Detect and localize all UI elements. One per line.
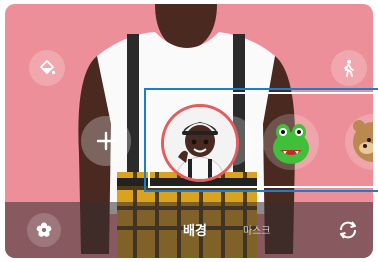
effects-button[interactable] bbox=[27, 213, 61, 247]
add-sticker-left-button[interactable] bbox=[81, 116, 131, 166]
bottom-toolbar: 배경 마스크 bbox=[5, 202, 373, 258]
switch-camera-button[interactable] bbox=[331, 213, 365, 247]
person-walking-icon bbox=[344, 59, 354, 77]
sticker-carousel-highlight bbox=[144, 88, 378, 192]
mode-tab-background[interactable]: 배경 bbox=[183, 220, 207, 239]
mode-tab-mask[interactable]: 마스크 bbox=[243, 222, 271, 237]
switch-camera-icon bbox=[340, 221, 356, 239]
plus-icon bbox=[96, 131, 116, 151]
background-edit-button[interactable] bbox=[29, 50, 65, 86]
paint-bucket-icon bbox=[39, 59, 56, 75]
pose-button[interactable] bbox=[331, 50, 367, 86]
flower-icon bbox=[36, 222, 52, 237]
